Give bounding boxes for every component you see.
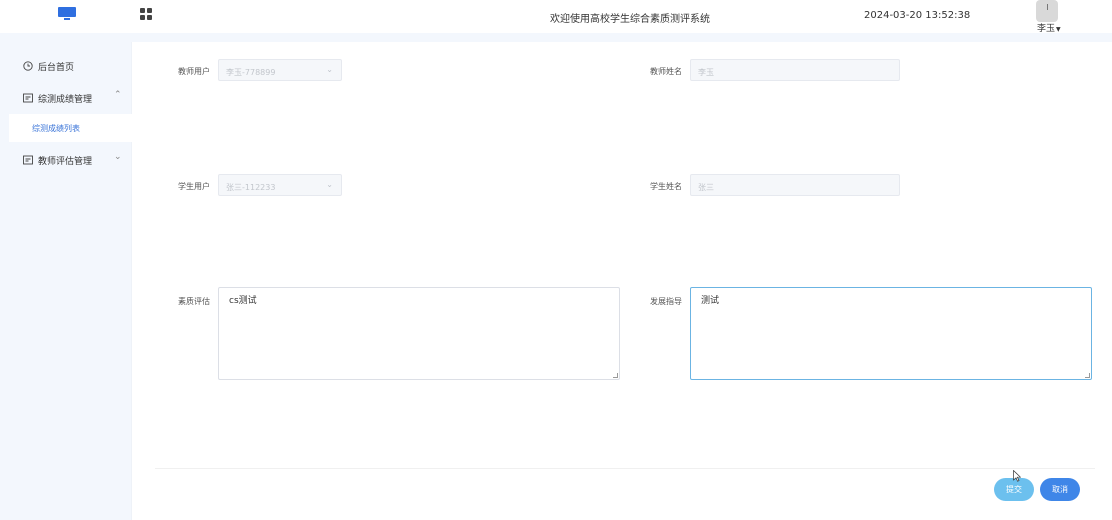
quality-eval-textarea[interactable]: cs测试 [218, 287, 620, 380]
top-bar: 欢迎使用高校学生综合素质测评系统 2024-03-20 13:52:38 李玉▼ [0, 0, 1112, 34]
caret-down-icon: ▼ [1056, 26, 1061, 33]
student-name-input[interactable]: 张三 [690, 174, 900, 196]
student-name-label: 学生姓名 [650, 182, 682, 191]
teacher-user-value: 李玉-778899 [226, 68, 276, 77]
teacher-name-input[interactable]: 李玉 [690, 59, 900, 81]
mouse-cursor-icon [1013, 470, 1021, 482]
teacher-user-select[interactable]: 李玉-778899 ⌄ [218, 59, 342, 81]
form-divider [155, 468, 1095, 469]
sidebar-item-label: 综测成绩管理 [38, 95, 93, 105]
sidebar-item-label: 综测成绩列表 [32, 124, 80, 133]
guidance-label: 发展指导 [650, 297, 682, 306]
header-divider [0, 33, 1112, 42]
chevron-up-icon: ⌃ [114, 90, 122, 100]
teacher-name-label: 教师姓名 [650, 67, 682, 76]
sidebar-item-home[interactable]: 后台首页 [0, 52, 132, 80]
student-user-label: 学生用户 [178, 182, 210, 191]
list-icon [23, 93, 33, 103]
sidebar-item-label: 教师评估管理 [38, 157, 93, 167]
resize-handle-icon[interactable] [613, 373, 618, 378]
quality-eval-value: cs测试 [229, 296, 257, 306]
main-content [132, 42, 1112, 520]
sidebar: 后台首页 综测成绩管理 ⌃ 综测成绩列表 教师评估管理 ⌄ [0, 33, 132, 520]
sidebar-item-score-management[interactable]: 综测成绩管理 ⌃ [0, 84, 132, 112]
quality-eval-label: 素质评估 [178, 297, 210, 306]
system-title: 欢迎使用高校学生综合素质测评系统 [550, 14, 710, 25]
sidebar-item-score-list[interactable]: 综测成绩列表 [9, 114, 132, 142]
chevron-down-icon: ⌄ [326, 180, 333, 189]
guidance-textarea[interactable]: 测试 [690, 287, 1092, 380]
chevron-down-icon: ⌄ [326, 65, 333, 74]
resize-handle-icon[interactable] [1085, 373, 1090, 378]
list-icon [23, 155, 33, 165]
avatar[interactable] [1036, 0, 1058, 22]
cancel-button[interactable]: 取消 [1040, 478, 1080, 501]
chevron-down-icon: ⌄ [114, 152, 122, 162]
teacher-user-label: 教师用户 [178, 67, 210, 76]
sidebar-item-label: 后台首页 [38, 63, 75, 73]
sidebar-item-teacher-evaluation[interactable]: 教师评估管理 ⌄ [0, 146, 132, 174]
grid-icon[interactable] [140, 8, 153, 21]
datetime: 2024-03-20 13:52:38 [864, 10, 971, 21]
clock-icon [23, 61, 33, 71]
student-user-value: 张三-112233 [226, 183, 276, 192]
student-user-select[interactable]: 张三-112233 ⌄ [218, 174, 342, 196]
monitor-icon[interactable] [58, 7, 76, 21]
teacher-name-value: 李玉 [698, 68, 714, 77]
guidance-value: 测试 [701, 296, 720, 306]
student-name-value: 张三 [698, 183, 714, 192]
